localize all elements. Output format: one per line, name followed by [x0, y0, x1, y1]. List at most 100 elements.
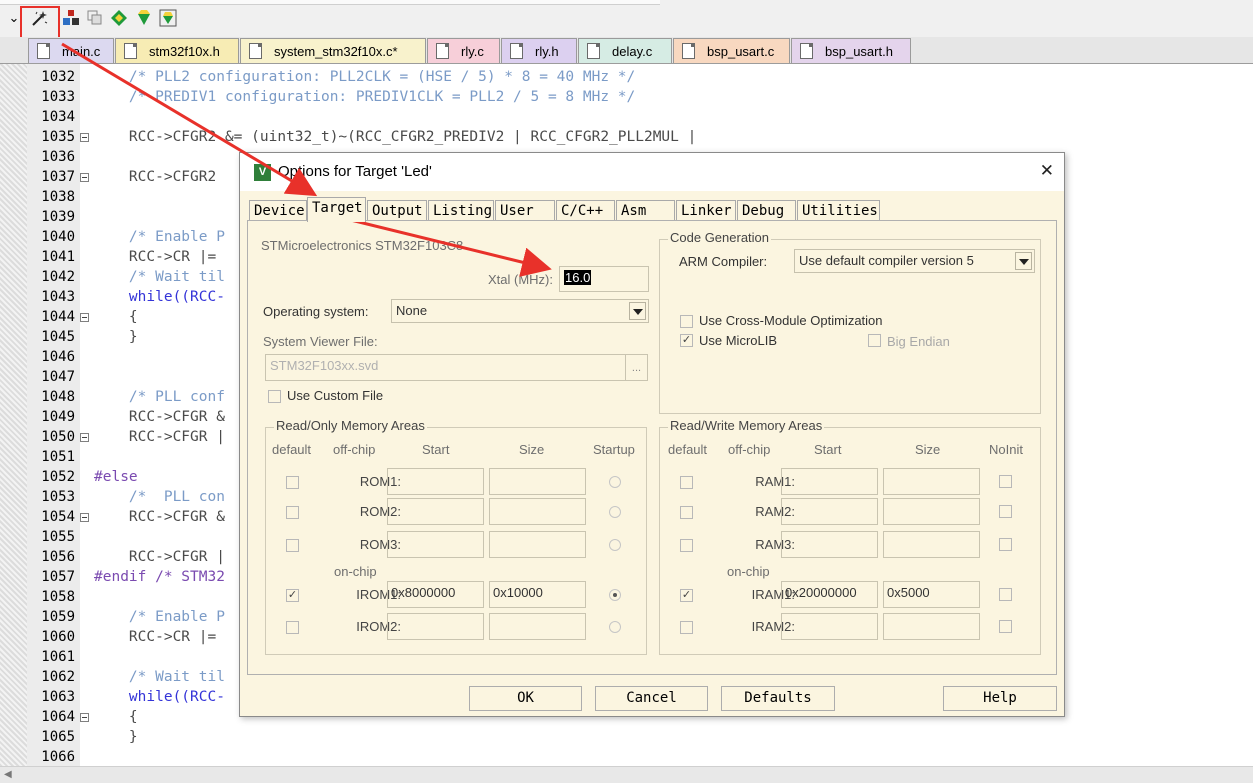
svd-input[interactable]: STM32F103xx.svd	[265, 354, 626, 381]
rom-default-checkbox[interactable]	[286, 506, 299, 519]
copy-target-icon[interactable]	[85, 8, 105, 28]
tab-output[interactable]: Output	[367, 200, 427, 221]
rom-default-checkbox[interactable]: ✓	[286, 589, 299, 602]
big-endian-checkbox[interactable]	[868, 334, 881, 347]
ram-start-input[interactable]: 0x20000000	[781, 581, 878, 608]
tab-utilities[interactable]: Utilities	[797, 200, 880, 221]
defaults-button[interactable]: Defaults	[721, 686, 835, 711]
ram-default-checkbox[interactable]	[680, 539, 693, 552]
rom-default-checkbox[interactable]	[286, 539, 299, 552]
chevron-down-icon[interactable]	[1015, 252, 1032, 270]
os-select[interactable]: None	[391, 299, 649, 323]
rom-startup-radio[interactable]	[609, 589, 621, 601]
rom-start-input[interactable]: 0x8000000	[387, 581, 484, 608]
ram-default-checkbox[interactable]	[680, 506, 693, 519]
ram-default-checkbox[interactable]	[680, 476, 693, 489]
fold-toggle-icon[interactable]	[80, 173, 89, 182]
ram-start-input[interactable]	[781, 531, 878, 558]
fold-toggle-icon[interactable]	[80, 133, 89, 142]
rom-startup-radio[interactable]	[609, 539, 621, 551]
diamond-icon[interactable]	[109, 8, 129, 28]
ram-size-input[interactable]	[883, 531, 980, 558]
tab-rly-h[interactable]: rly.h	[501, 38, 577, 63]
ram-size-input[interactable]	[883, 468, 980, 495]
tab-rly-c[interactable]: rly.c	[427, 38, 500, 63]
gem-icon[interactable]	[134, 8, 154, 28]
xtal-input[interactable]: 16.0	[559, 266, 649, 292]
ram-noinit-checkbox[interactable]	[999, 538, 1012, 551]
ram-start-input[interactable]	[781, 468, 878, 495]
ram-start-input[interactable]	[781, 613, 878, 640]
scroll-left-icon[interactable]: ◀	[4, 769, 12, 780]
ram-noinit-checkbox[interactable]	[999, 505, 1012, 518]
tab-linker[interactable]: Linker	[676, 200, 736, 221]
options-dialog: V Options for Target 'Led' ✕ Device Targ…	[239, 152, 1065, 717]
code-line: RCC->CFGR |	[94, 549, 225, 565]
microlib-checkbox[interactable]: ✓	[680, 334, 693, 347]
horizontal-scrollbar[interactable]: ◀	[0, 766, 1253, 783]
file-icon	[37, 43, 50, 59]
rom-default-checkbox[interactable]	[286, 476, 299, 489]
browse-button[interactable]: ...	[625, 354, 648, 381]
code-line: while((RCC-	[94, 289, 225, 305]
ram-noinit-checkbox[interactable]	[999, 620, 1012, 633]
rom-startup-radio[interactable]	[609, 476, 621, 488]
ram-noinit-checkbox[interactable]	[999, 588, 1012, 601]
rom-startup-radio[interactable]	[609, 506, 621, 518]
gem-box-icon[interactable]	[158, 8, 178, 28]
fold-toggle-icon[interactable]	[80, 433, 89, 442]
rom-start-input[interactable]	[387, 468, 484, 495]
tab-c-cpp[interactable]: C/C++	[556, 200, 615, 221]
build-icon[interactable]	[61, 8, 81, 28]
help-button[interactable]: Help	[943, 686, 1057, 711]
fold-toggle-icon[interactable]	[80, 713, 89, 722]
code-line: {	[94, 309, 138, 325]
rom-size-input[interactable]	[489, 531, 586, 558]
tab-listing[interactable]: Listing	[428, 200, 494, 221]
ram-noinit-checkbox[interactable]	[999, 475, 1012, 488]
tab-target[interactable]: Target	[307, 197, 366, 222]
close-icon[interactable]: ✕	[1040, 161, 1054, 181]
line-number: 1046	[41, 349, 75, 365]
chevron-down-icon[interactable]	[629, 302, 646, 320]
ram-size-input[interactable]	[883, 498, 980, 525]
ram-default-checkbox[interactable]	[680, 621, 693, 634]
cancel-button[interactable]: Cancel	[595, 686, 708, 711]
cross-module-checkbox[interactable]	[680, 315, 693, 328]
ok-button[interactable]: OK	[469, 686, 582, 711]
tab-bsp-usart-c[interactable]: bsp_usart.c	[673, 38, 790, 63]
tab-bsp-usart-h[interactable]: bsp_usart.h	[791, 38, 911, 63]
rom-size-input[interactable]	[489, 613, 586, 640]
rom-start-input[interactable]	[387, 531, 484, 558]
ram-size-input[interactable]	[883, 613, 980, 640]
device-name: STMicroelectronics STM32F103C8	[261, 238, 464, 253]
rom-size-input[interactable]	[489, 468, 586, 495]
ram-size-input[interactable]: 0x5000	[883, 581, 980, 608]
code-line: RCC->CR |=	[94, 249, 217, 265]
compiler-label: ARM Compiler:	[679, 254, 768, 269]
rom-size-input[interactable]	[489, 498, 586, 525]
ram-start-input[interactable]	[781, 498, 878, 525]
fold-toggle-icon[interactable]	[80, 313, 89, 322]
tab-user[interactable]: User	[495, 200, 555, 221]
tab-device[interactable]: Device	[249, 200, 307, 221]
rom-start-input[interactable]	[387, 613, 484, 640]
compiler-select[interactable]: Use default compiler version 5	[794, 249, 1035, 273]
custom-file-checkbox[interactable]	[268, 390, 281, 403]
tab-system-stm32f10x-c[interactable]: system_stm32f10x.c*	[240, 38, 426, 63]
tab-debug[interactable]: Debug	[737, 200, 796, 221]
tab-stm32f10x-h[interactable]: stm32f10x.h	[115, 38, 239, 63]
rom-default-checkbox[interactable]	[286, 621, 299, 634]
rom-start-input[interactable]	[387, 498, 484, 525]
fold-toggle-icon[interactable]	[80, 513, 89, 522]
line-number: 1037	[41, 169, 75, 185]
ram-onchip-label: on-chip	[727, 564, 770, 579]
line-number: 1063	[41, 689, 75, 705]
tab-asm[interactable]: Asm	[616, 200, 675, 221]
custom-file-label: Use Custom File	[287, 388, 384, 403]
rom-startup-radio[interactable]	[609, 621, 621, 633]
rom-size-input[interactable]: 0x10000	[489, 581, 586, 608]
tab-main-c[interactable]: main.c	[28, 38, 114, 63]
ram-default-checkbox[interactable]: ✓	[680, 589, 693, 602]
tab-delay-c[interactable]: delay.c	[578, 38, 672, 63]
